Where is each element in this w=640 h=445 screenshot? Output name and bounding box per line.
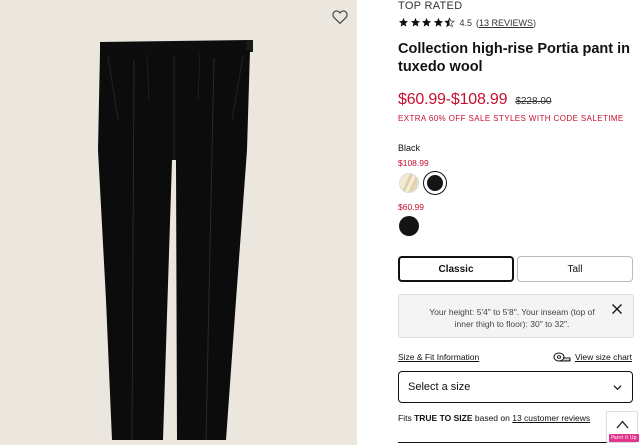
fit-tip-text: Your height: 5'4" to 5'8". Your inseam (… bbox=[429, 307, 595, 329]
fit-summary-prefix: Fits bbox=[398, 413, 412, 423]
rating-value: 4.5 bbox=[459, 17, 473, 28]
promo-text: EXTRA 60% OFF SALE STYLES WITH CODE SALE… bbox=[398, 114, 624, 123]
customer-reviews-link[interactable]: 13 customer reviews bbox=[512, 413, 590, 423]
star-icon bbox=[433, 17, 443, 27]
fit-tip-box: Your height: 5'4" to 5'8". Your inseam (… bbox=[398, 294, 634, 338]
size-select-placeholder: Select a size bbox=[408, 381, 471, 393]
chevron-up-icon bbox=[616, 420, 629, 429]
measuring-tape-icon bbox=[553, 352, 571, 362]
color-swatch-cream[interactable] bbox=[399, 173, 419, 193]
color-swatch-black[interactable] bbox=[399, 216, 419, 236]
size-fit-info-link[interactable]: Size & Fit Information bbox=[398, 352, 479, 362]
product-photo-pants bbox=[98, 40, 253, 441]
price-tier-label: $60.99 bbox=[398, 202, 424, 212]
chevron-down-icon bbox=[613, 385, 622, 391]
color-swatch-black-fill bbox=[426, 174, 443, 191]
star-icon bbox=[421, 17, 432, 27]
fit-option-classic[interactable]: Classic bbox=[398, 256, 514, 282]
sale-price: $60.99-$108.99 bbox=[398, 91, 508, 108]
size-select[interactable]: Select a size bbox=[398, 371, 633, 403]
price-row: $60.99-$108.99 $228.00 bbox=[398, 91, 551, 109]
product-title: Collection high-rise Portia pant in tuxe… bbox=[398, 41, 631, 75]
close-icon[interactable] bbox=[611, 303, 623, 315]
fit-option-tall[interactable]: Tall bbox=[517, 256, 633, 282]
fit-summary-emphasis: TRUE TO SIZE bbox=[414, 413, 473, 423]
fit-summary: Fits TRUE TO SIZE based on 13 customer r… bbox=[398, 413, 590, 423]
product-image[interactable] bbox=[0, 0, 357, 445]
original-price: $228.00 bbox=[515, 96, 552, 107]
price-tier-label: $108.99 bbox=[398, 158, 429, 168]
fit-summary-middle: based on bbox=[474, 413, 510, 423]
star-icon bbox=[410, 17, 420, 27]
star-icon bbox=[398, 17, 409, 27]
color-swatch-black-selected[interactable] bbox=[423, 171, 447, 195]
view-size-chart-link[interactable]: View size chart bbox=[553, 352, 632, 362]
top-rated-badge: TOP RATED bbox=[398, 0, 463, 12]
rating-row: 4.5 (13 REVIEWS) bbox=[398, 17, 536, 28]
reviews-link-close-paren: ) bbox=[533, 17, 537, 28]
rating-stars bbox=[398, 17, 456, 28]
selected-color-name: Black bbox=[398, 143, 421, 153]
paint-it-up-badge[interactable]: Paint it Up bbox=[609, 434, 639, 442]
view-size-chart-label: View size chart bbox=[574, 352, 632, 362]
reviews-link[interactable]: 13 REVIEWS bbox=[479, 18, 533, 28]
heart-icon[interactable] bbox=[331, 8, 349, 26]
half-star-icon bbox=[444, 17, 455, 28]
